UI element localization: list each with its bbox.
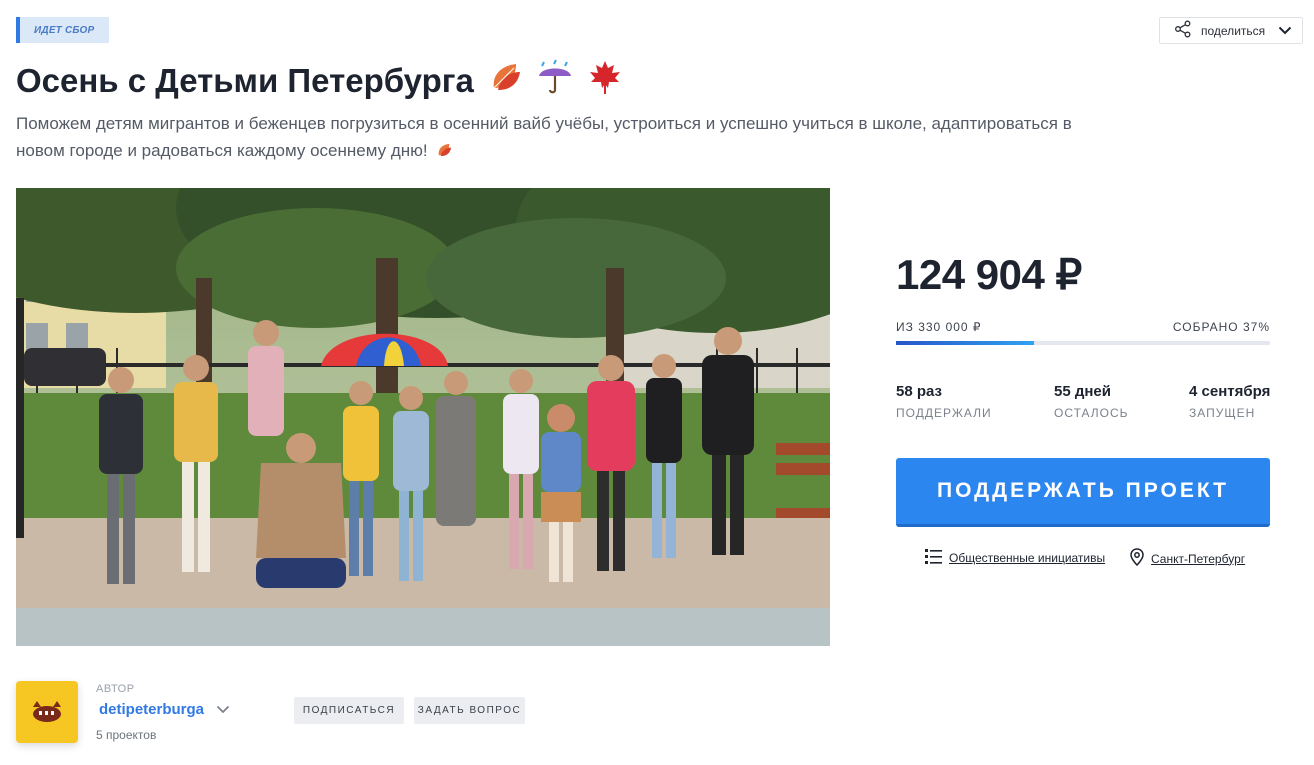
page-title: Осень с Детьми Петербурга <box>16 58 624 104</box>
share-button[interactable]: поделиться <box>1159 17 1303 44</box>
stat-supporters: 58 раз ПОДДЕРЖАЛИ <box>896 383 992 420</box>
category-label: Общественные инициативы <box>949 551 1106 565</box>
stat-value: 55 дней <box>1054 383 1111 400</box>
stat-label: ПОДДЕРЖАЛИ <box>896 406 992 420</box>
ask-question-button[interactable]: ЗАДАТЬ ВОПРОС <box>414 697 525 724</box>
page-title-text: Осень с Детьми Петербурга <box>16 62 474 99</box>
autumn-leaves-icon <box>435 140 453 167</box>
author-name: detipeterburga <box>99 701 205 718</box>
project-photo <box>16 188 830 646</box>
location-link[interactable]: Санкт-Петербург <box>1130 548 1245 569</box>
stat-launched: 4 сентября ЗАПУЩЕН <box>1189 383 1270 420</box>
chevron-down-icon <box>216 701 230 718</box>
funding-progress-bar <box>896 341 1270 345</box>
map-pin-icon <box>1130 548 1144 569</box>
stat-label: ЗАПУЩЕН <box>1189 406 1256 420</box>
stat-days-left: 55 дней ОСТАЛОСЬ <box>1054 383 1129 420</box>
project-description: Поможем детям мигрантов и беженцев погру… <box>16 110 1076 167</box>
maple-leaf-icon <box>586 58 624 104</box>
percent-collected-label: СОБРАНО 37% <box>1172 320 1270 334</box>
support-project-button[interactable]: ПОДДЕРЖАТЬ ПРОЕКТ <box>896 458 1270 527</box>
stat-label: ОСТАЛОСЬ <box>1054 406 1129 420</box>
chevron-down-icon <box>1278 24 1292 38</box>
goal-label: ИЗ 330 000 ₽ <box>896 320 982 334</box>
stat-value: 4 сентября <box>1189 383 1271 400</box>
author-caption: АВТОР <box>96 683 135 695</box>
share-label: поделиться <box>1201 23 1266 38</box>
stat-value: 58 раз <box>896 383 942 400</box>
subscribe-button[interactable]: ПОДПИСАТЬСЯ <box>294 697 404 724</box>
author-avatar[interactable] <box>16 681 78 743</box>
author-name-link[interactable]: detipeterburga <box>99 701 230 718</box>
umbrella-rain-icon <box>536 58 574 104</box>
location-label: Санкт-Петербург <box>1151 551 1246 566</box>
autumn-leaves-icon <box>486 58 524 104</box>
author-projects-count: 5 проектов <box>96 728 157 742</box>
category-link[interactable]: Общественные инициативы <box>925 548 1105 568</box>
status-badge: ИДЕТ СБОР <box>16 17 109 43</box>
raised-amount: 124 904 ₽ <box>896 251 1082 298</box>
share-icon <box>1174 20 1192 41</box>
funding-progress-fill <box>896 341 1035 345</box>
list-icon <box>925 548 942 568</box>
